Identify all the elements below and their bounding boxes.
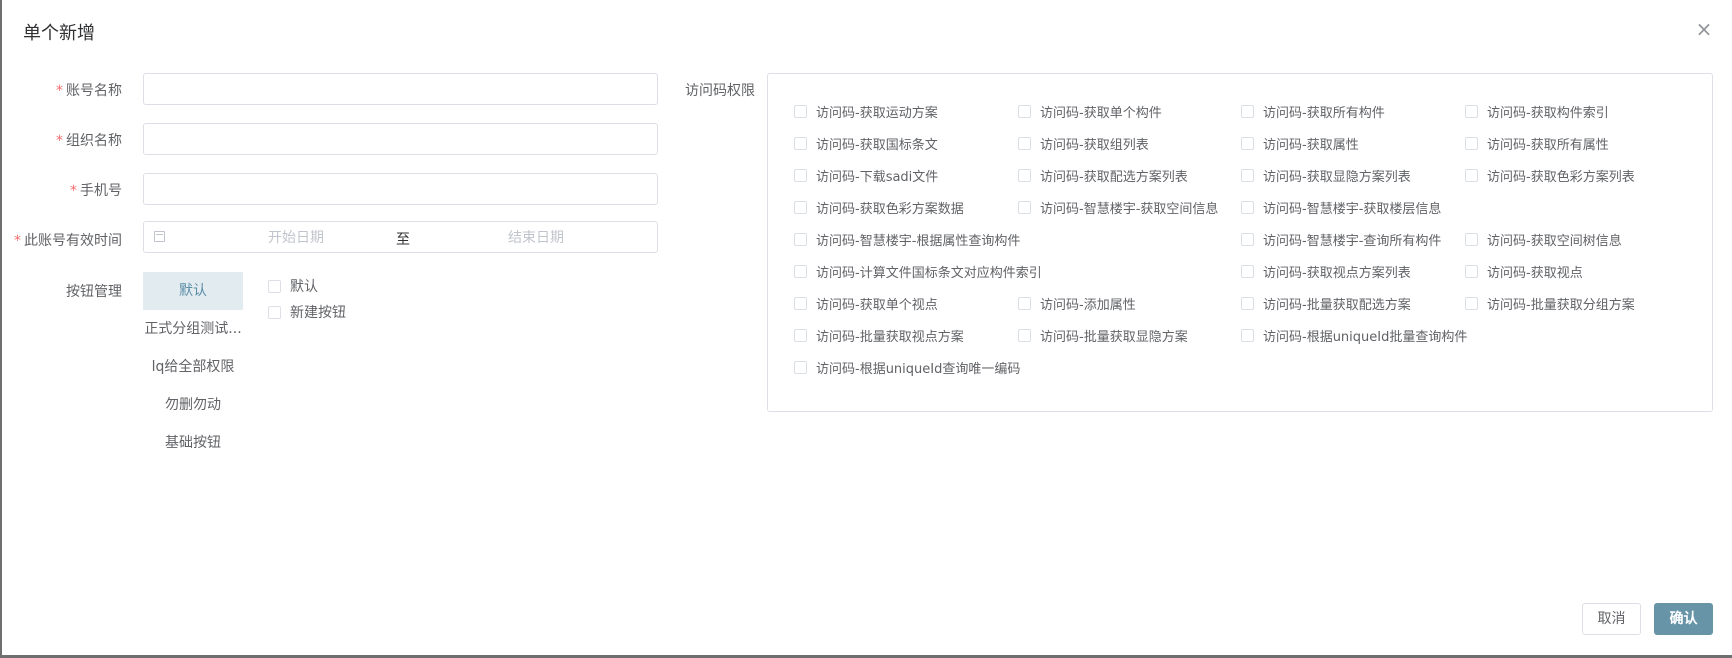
permission-checkbox[interactable]: 访问码-根据uniqueId查询唯一编码 <box>794 358 1020 377</box>
button-group-list: 默认 正式分组测试... lq给全部权限 勿删勿动 基础按钮 <box>143 272 243 462</box>
checkbox[interactable] <box>794 201 807 214</box>
checkbox[interactable] <box>1241 329 1254 342</box>
start-date-input[interactable] <box>194 227 398 249</box>
button-checkbox-new[interactable]: 新建按钮 <box>268 302 346 322</box>
checkbox[interactable] <box>1018 169 1031 182</box>
checkbox[interactable] <box>794 265 807 278</box>
checkbox[interactable] <box>794 233 807 246</box>
permission-checkbox[interactable]: 访问码-智慧楼宇-查询所有构件 <box>1241 230 1441 249</box>
permission-checkbox[interactable]: 访问码-智慧楼宇-获取空间信息 <box>1018 198 1218 217</box>
checkbox[interactable] <box>1465 297 1478 310</box>
permission-checkbox[interactable]: 访问码-获取所有构件 <box>1241 102 1385 121</box>
permission-checkbox[interactable]: 访问码-获取构件索引 <box>1465 102 1609 121</box>
permission-checkbox[interactable]: 访问码-获取色彩方案数据 <box>794 198 964 217</box>
checkbox[interactable] <box>1241 297 1254 310</box>
permission-checkbox[interactable]: 访问码-获取所有属性 <box>1465 134 1609 153</box>
calendar-icon <box>154 231 165 242</box>
permission-checkbox[interactable]: 访问码-获取视点方案列表 <box>1241 262 1411 281</box>
org-name-input[interactable] <box>143 123 658 155</box>
checkbox[interactable] <box>268 305 281 319</box>
required-mark: * <box>56 133 63 149</box>
checkbox[interactable] <box>1465 137 1478 150</box>
checkbox[interactable] <box>1241 137 1254 150</box>
valid-period-label: * 此账号有效时间 <box>14 233 122 249</box>
phone-input[interactable] <box>143 173 658 205</box>
permission-checkbox[interactable]: 访问码-添加属性 <box>1018 294 1136 313</box>
checkbox[interactable] <box>794 137 807 150</box>
dialog-title: 单个新增 <box>23 23 95 44</box>
permission-checkbox[interactable]: 访问码-获取运动方案 <box>794 102 938 121</box>
checkbox[interactable] <box>1018 297 1031 310</box>
permission-checkbox[interactable]: 访问码-获取国标条文 <box>794 134 938 153</box>
checkbox[interactable] <box>1465 233 1478 246</box>
checkbox[interactable] <box>1465 169 1478 182</box>
org-name-label: * 组织名称 <box>56 133 122 149</box>
permission-checkbox[interactable]: 访问码-获取显隐方案列表 <box>1241 166 1411 185</box>
access-permission-panel: 访问码-获取运动方案 访问码-获取单个构件 访问码-获取所有构件 访问码-获取构… <box>767 73 1713 412</box>
permission-checkbox[interactable]: 访问码-获取色彩方案列表 <box>1465 166 1635 185</box>
phone-label: * 手机号 <box>70 183 122 199</box>
checkbox[interactable] <box>794 361 807 374</box>
permission-checkbox[interactable]: 访问码-获取配选方案列表 <box>1018 166 1188 185</box>
checkbox[interactable] <box>1241 169 1254 182</box>
button-group-item[interactable]: lq给全部权限 <box>143 348 243 386</box>
button-group-item[interactable]: 默认 <box>143 272 243 310</box>
checkbox[interactable] <box>1241 265 1254 278</box>
checkbox[interactable] <box>1241 105 1254 118</box>
date-separator: 至 <box>396 232 410 248</box>
date-range-picker[interactable]: 至 <box>143 221 658 253</box>
permission-checkbox[interactable]: 访问码-获取单个视点 <box>794 294 938 313</box>
permission-checkbox[interactable]: 访问码-批量获取显隐方案 <box>1018 326 1188 345</box>
permission-checkbox[interactable]: 访问码-批量获取视点方案 <box>794 326 964 345</box>
permission-checkbox[interactable]: 访问码-智慧楼宇-根据属性查询构件 <box>794 230 1020 249</box>
permission-checkbox[interactable]: 访问码-计算文件国标条文对应构件索引 <box>794 262 1042 281</box>
checkbox[interactable] <box>1465 105 1478 118</box>
account-name-label: * 账号名称 <box>56 83 122 99</box>
checkbox[interactable] <box>794 105 807 118</box>
add-account-dialog: 单个新增 × *账号名称 *组织名称 *手机号 *此账号有效时间 至 按钮管理 … <box>2 0 1732 655</box>
account-name-input[interactable] <box>143 73 658 105</box>
checkbox[interactable] <box>1018 201 1031 214</box>
required-mark: * <box>70 183 77 199</box>
checkbox[interactable] <box>1018 105 1031 118</box>
permission-checkbox[interactable]: 访问码-获取组列表 <box>1018 134 1149 153</box>
button-group-item[interactable]: 基础按钮 <box>143 424 243 462</box>
cancel-button[interactable]: 取消 <box>1582 603 1641 635</box>
checkbox[interactable] <box>794 297 807 310</box>
close-icon[interactable]: × <box>1695 19 1713 39</box>
required-mark: * <box>56 83 63 99</box>
button-group-item[interactable]: 勿删勿动 <box>143 386 243 424</box>
button-management-label: 按钮管理 <box>66 284 122 300</box>
checkbox[interactable] <box>794 329 807 342</box>
checkbox[interactable] <box>268 279 281 293</box>
checkbox[interactable] <box>1018 137 1031 150</box>
permission-checkbox[interactable]: 访问码-获取视点 <box>1465 262 1583 281</box>
confirm-button[interactable]: 确认 <box>1654 603 1713 635</box>
permission-checkbox[interactable]: 访问码-下载sadi文件 <box>794 166 938 185</box>
checkbox[interactable] <box>1241 201 1254 214</box>
permission-checkbox[interactable]: 访问码-批量获取分组方案 <box>1465 294 1635 313</box>
checkbox[interactable] <box>794 169 807 182</box>
button-checkbox-default[interactable]: 默认 <box>268 276 318 296</box>
button-group-item[interactable]: 正式分组测试... <box>143 310 243 348</box>
permission-checkbox[interactable]: 访问码-获取属性 <box>1241 134 1359 153</box>
access-permission-label: 访问码权限 <box>685 83 755 99</box>
permission-checkbox[interactable]: 访问码-批量获取配选方案 <box>1241 294 1411 313</box>
checkbox[interactable] <box>1241 233 1254 246</box>
permission-checkbox[interactable]: 访问码-获取空间树信息 <box>1465 230 1622 249</box>
permission-checkbox[interactable]: 访问码-智慧楼宇-获取楼层信息 <box>1241 198 1441 217</box>
checkbox[interactable] <box>1018 329 1031 342</box>
checkbox[interactable] <box>1465 265 1478 278</box>
permission-checkbox[interactable]: 访问码-根据uniqueId批量查询构件 <box>1241 326 1467 345</box>
end-date-input[interactable] <box>434 227 638 249</box>
permission-checkbox[interactable]: 访问码-获取单个构件 <box>1018 102 1162 121</box>
required-mark: * <box>14 233 21 249</box>
